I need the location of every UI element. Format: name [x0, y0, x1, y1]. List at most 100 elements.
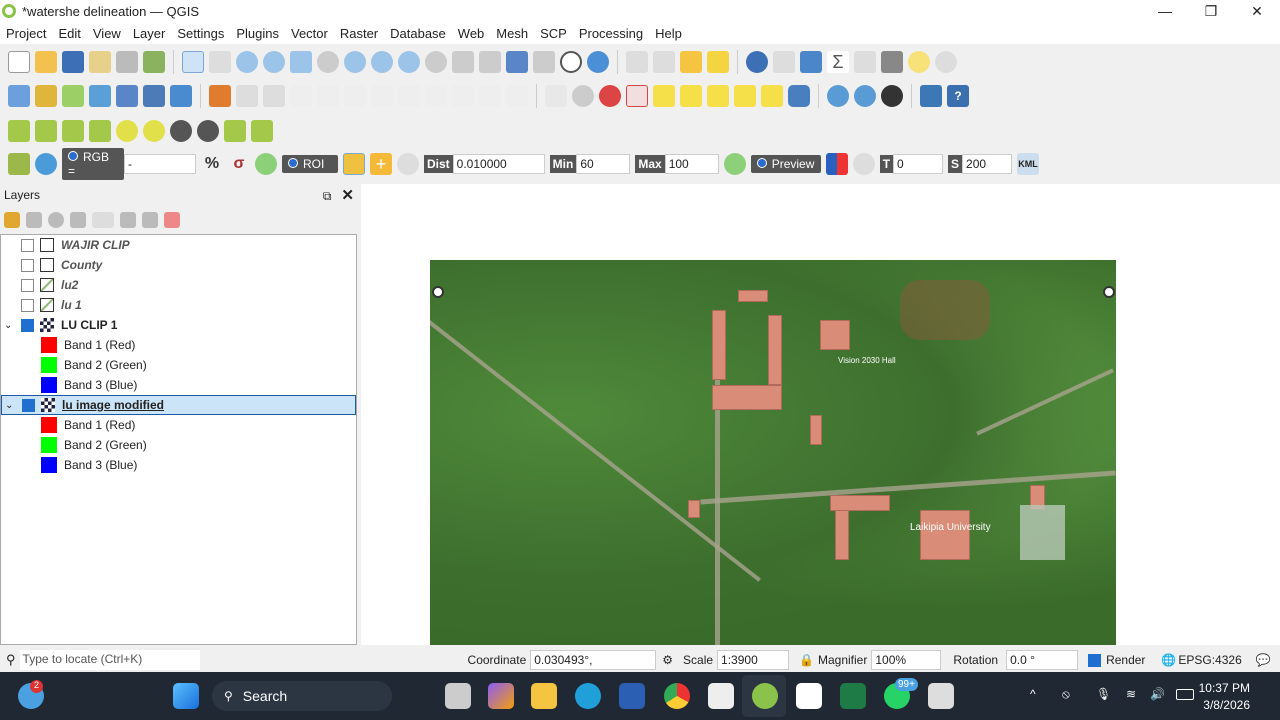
layer-checkbox[interactable]: [21, 318, 34, 332]
close-panel-icon[interactable]: ✕: [341, 187, 354, 204]
python-console-icon[interactable]: [920, 85, 942, 107]
identify-icon[interactable]: [746, 51, 768, 73]
style-manager-icon[interactable]: [143, 51, 165, 73]
menu-view[interactable]: View: [87, 26, 127, 41]
close-button[interactable]: ✕: [1234, 0, 1280, 22]
add-wms-icon[interactable]: [143, 85, 165, 107]
georef-handle[interactable]: [432, 286, 444, 298]
render-checkbox[interactable]: [1088, 653, 1102, 667]
expand-chevron-icon[interactable]: ⌄: [5, 400, 22, 411]
menu-project[interactable]: Project: [0, 26, 52, 41]
layer-row[interactable]: lu2: [1, 275, 356, 295]
remove-layer-icon[interactable]: [164, 212, 180, 228]
redo-icon[interactable]: [506, 85, 528, 107]
select-features-icon[interactable]: [626, 51, 648, 73]
temporal-controller-icon[interactable]: [560, 51, 582, 73]
db-manager-icon[interactable]: [788, 85, 810, 107]
menu-layer[interactable]: Layer: [127, 26, 172, 41]
layer-row[interactable]: ⌄ LU CLIP 1: [1, 315, 356, 335]
new-3d-view-icon[interactable]: [479, 51, 501, 73]
help-icon[interactable]: ?: [947, 85, 969, 107]
zoom-preview-icon[interactable]: [723, 153, 746, 175]
clock[interactable]: 10:37 PM 3/8/2026: [1199, 680, 1250, 714]
map-tips-icon[interactable]: [908, 51, 930, 73]
pan-to-selection-icon[interactable]: [209, 51, 231, 73]
file-explorer-icon[interactable]: [531, 683, 557, 709]
zoom-in-icon[interactable]: [236, 51, 258, 73]
add-roi-icon[interactable]: +: [370, 153, 392, 175]
taskbar-search[interactable]: ⚲ Search: [212, 681, 392, 711]
excel-icon[interactable]: [840, 683, 866, 709]
zoom-full-icon[interactable]: [290, 51, 312, 73]
menu-database[interactable]: Database: [384, 26, 452, 41]
map-canvas[interactable]: Vision 2030 Hall Laikipia University: [361, 184, 1280, 645]
layer-checkbox[interactable]: [21, 278, 34, 292]
menu-edit[interactable]: Edit: [52, 26, 86, 41]
channel-network-icon[interactable]: [251, 120, 273, 142]
stream-network-icon[interactable]: [89, 120, 111, 142]
max-spinbox[interactable]: 100: [664, 154, 719, 174]
move-label-icon[interactable]: [653, 85, 675, 107]
maximize-button[interactable]: ❐: [1188, 0, 1234, 22]
expand-all-icon[interactable]: [120, 212, 136, 228]
layer-row-selected[interactable]: ⌄ lu image modified: [1, 395, 356, 415]
snipping-tool-icon[interactable]: [928, 683, 954, 709]
hydrology-icon[interactable]: [8, 120, 30, 142]
label-properties-icon[interactable]: [761, 85, 783, 107]
kml-icon[interactable]: KML: [1017, 153, 1040, 175]
local-cumulative-stretch-icon[interactable]: %: [201, 153, 223, 175]
label-toolbar-icon[interactable]: [545, 85, 567, 107]
t-spinbox[interactable]: 0: [893, 154, 944, 174]
magnifier-spinbox[interactable]: 100%: [871, 650, 942, 670]
scp-dock-icon[interactable]: [8, 153, 30, 175]
cut-features-icon[interactable]: [398, 85, 420, 107]
word-icon[interactable]: [619, 683, 645, 709]
redo-roi-icon[interactable]: [397, 153, 419, 175]
store-icon[interactable]: [708, 683, 734, 709]
diagram-icon[interactable]: [572, 85, 594, 107]
edge-icon[interactable]: [575, 683, 601, 709]
menu-processing[interactable]: Processing: [573, 26, 649, 41]
minimize-button[interactable]: —: [1142, 0, 1188, 22]
crs-button[interactable]: EPSG:4326: [1178, 653, 1241, 667]
highlight-labels-icon[interactable]: [626, 85, 648, 107]
manage-visibility-icon[interactable]: [48, 212, 64, 228]
menu-settings[interactable]: Settings: [171, 26, 230, 41]
new-project-icon[interactable]: [8, 51, 30, 73]
add-virtual-layer-icon[interactable]: [170, 85, 192, 107]
snap-pour-point-icon[interactable]: [224, 120, 246, 142]
new-map-view-icon[interactable]: [452, 51, 474, 73]
redo-preview-icon[interactable]: [852, 153, 875, 175]
zoom-native-icon[interactable]: [371, 51, 393, 73]
float-panel-icon[interactable]: ⧉: [323, 189, 332, 203]
add-vector-icon[interactable]: [62, 85, 84, 107]
layer-checkbox[interactable]: [21, 298, 34, 312]
zoom-out-icon[interactable]: [263, 51, 285, 73]
layout-manager-icon[interactable]: [116, 51, 138, 73]
wifi-icon[interactable]: ≋: [1126, 687, 1136, 701]
layer-checkbox[interactable]: [22, 398, 35, 412]
processing-toolbox-icon[interactable]: [800, 51, 822, 73]
copy-features-icon[interactable]: [425, 85, 447, 107]
locator-input[interactable]: Type to locate (Ctrl+K): [19, 650, 200, 670]
capcut-icon[interactable]: [796, 683, 822, 709]
zoom-last-icon[interactable]: [398, 51, 420, 73]
volume-icon[interactable]: 🔊: [1150, 687, 1165, 701]
sun-icon[interactable]: [116, 120, 138, 142]
show-hidden-icons[interactable]: ^: [1030, 687, 1036, 701]
std-dev-stretch-icon[interactable]: σ: [228, 153, 250, 175]
s-spinbox[interactable]: 200: [962, 154, 1013, 174]
paste-features-icon[interactable]: [452, 85, 474, 107]
save-edits-icon[interactable]: [263, 85, 285, 107]
show-bookmarks-icon[interactable]: [533, 51, 555, 73]
rotation-spinbox[interactable]: 0.0 °: [1006, 650, 1079, 670]
menu-help[interactable]: Help: [649, 26, 688, 41]
collapse-all-icon[interactable]: [142, 212, 158, 228]
menu-mesh[interactable]: Mesh: [490, 26, 534, 41]
chrome-icon[interactable]: [664, 683, 690, 709]
expand-chevron-icon[interactable]: ⌄: [4, 320, 21, 331]
toggle-extents-icon[interactable]: ⚙: [662, 653, 673, 667]
menu-raster[interactable]: Raster: [334, 26, 384, 41]
geocoder-icon[interactable]: [854, 85, 876, 107]
zoom-selection-icon[interactable]: [317, 51, 339, 73]
